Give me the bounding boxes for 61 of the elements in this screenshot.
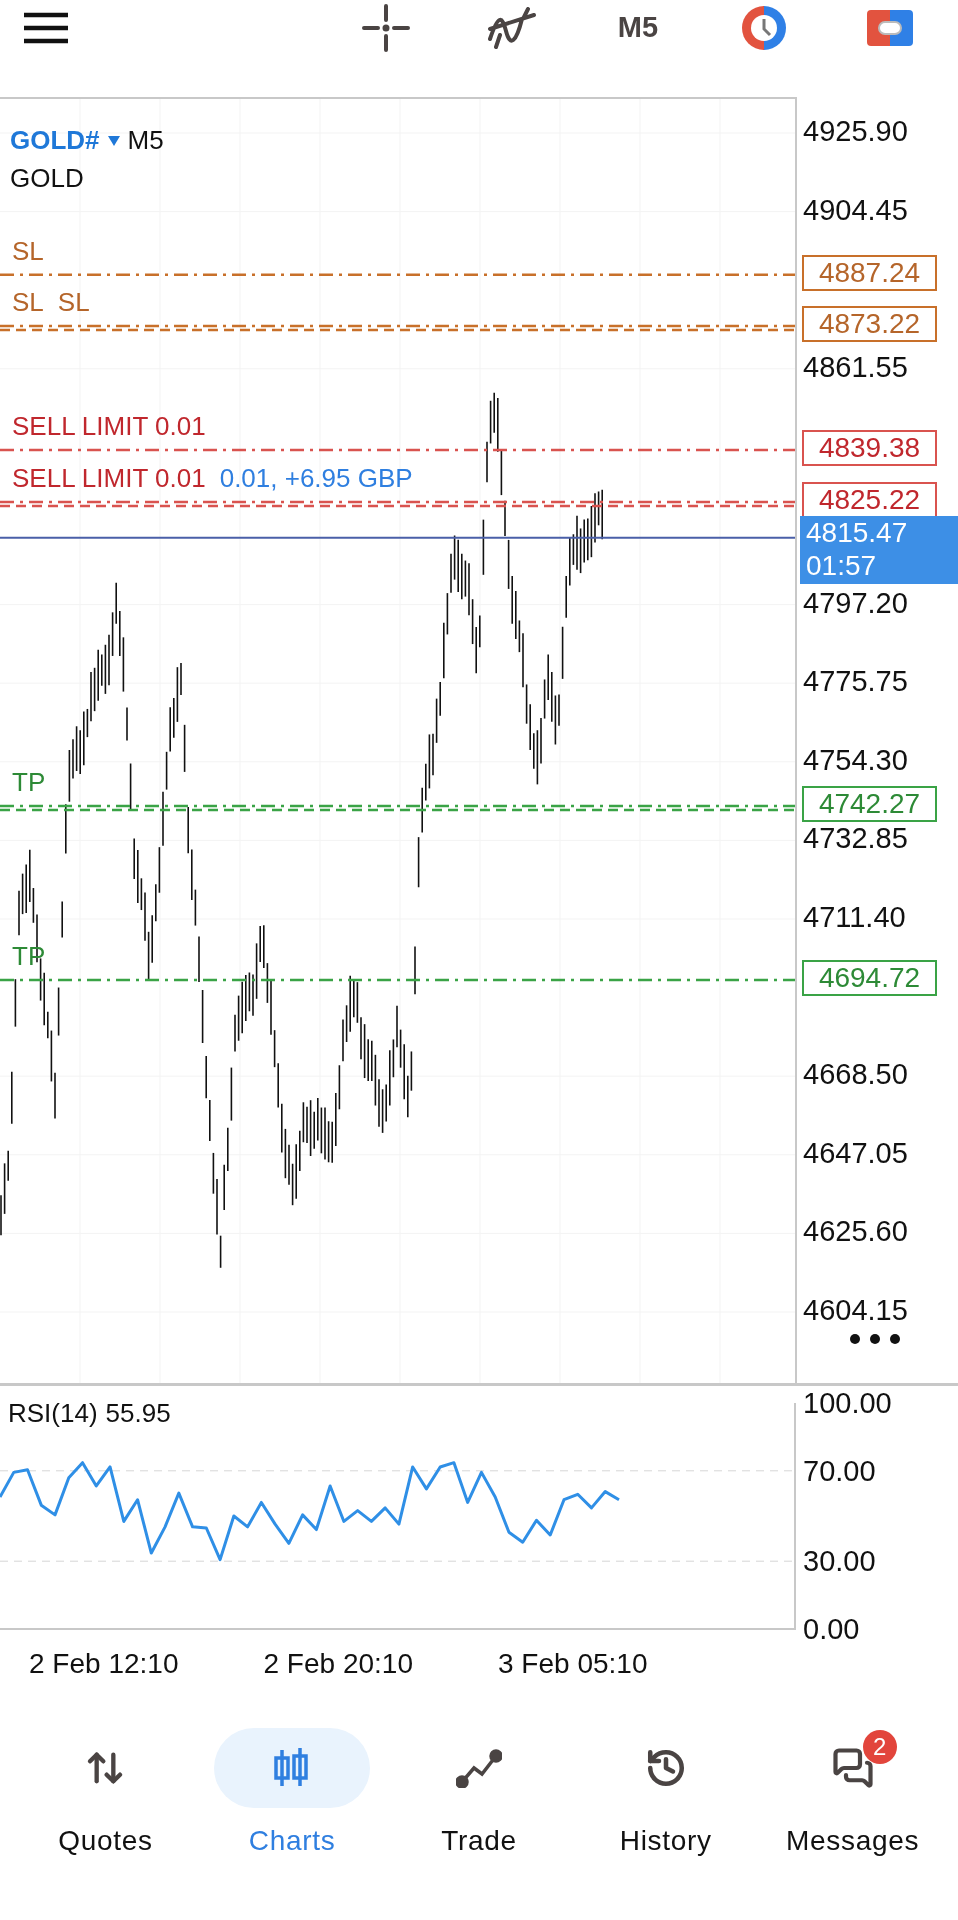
rsi-tick-label: 100.00 — [803, 1386, 892, 1420]
timeframe-button[interactable]: M5 — [608, 6, 668, 50]
rsi-tick-label: 0.00 — [803, 1612, 860, 1646]
price-tick-label: 4925.90 — [803, 114, 908, 148]
nav-tab[interactable]: 2 Messages — [759, 1728, 946, 1862]
order-line[interactable] — [0, 500, 795, 508]
symbol-name[interactable]: GOLD# — [10, 121, 100, 160]
line-chart-icon — [456, 1748, 502, 1788]
order-line-label: SL — [57, 286, 90, 319]
order-line[interactable] — [0, 448, 795, 452]
price-tick-label: 4754.30 — [803, 742, 908, 777]
rsi-reading: 55.95 — [105, 1397, 171, 1430]
more-icon[interactable] — [849, 1333, 901, 1345]
unread-badge: 2 — [862, 1730, 897, 1764]
price-tick-label: 4668.50 — [803, 1057, 908, 1092]
price-tick-label: 4604.15 — [803, 1293, 908, 1327]
nav-tab[interactable]: Trade — [385, 1728, 573, 1862]
indicator-curve-icon[interactable] — [486, 7, 538, 49]
order-line[interactable] — [0, 324, 795, 332]
rsi-tick-label: 30.00 — [803, 1544, 876, 1579]
candle-countdown: 01:57 — [806, 549, 878, 582]
order-price-label: 4825.22 — [802, 481, 937, 518]
order-line-label: TP — [12, 765, 46, 798]
nav-tab[interactable]: Quotes — [12, 1728, 199, 1862]
time-axis-label: 2 Feb 12:10 — [29, 1648, 179, 1680]
messages-icon — [831, 1747, 874, 1789]
order-price-label: 4694.72 — [802, 960, 937, 997]
position-profit-label: 0.01, +6.95 GBP — [219, 461, 413, 494]
price-tick-label: 4904.45 — [803, 192, 908, 227]
price-tick-label: 4711.40 — [803, 900, 906, 934]
order-price-label: 4873.22 — [802, 306, 937, 343]
price-tick-label: 4797.20 — [803, 585, 908, 620]
nav-tab[interactable]: Charts — [198, 1728, 386, 1862]
order-line[interactable] — [0, 804, 795, 812]
order-price-label: 4742.27 — [802, 785, 937, 822]
price-tick-label: 4647.05 — [803, 1135, 908, 1170]
price-tick-label: 4861.55 — [803, 349, 908, 384]
order-line-label: SL — [12, 286, 44, 319]
price-tick-label: 4625.60 — [803, 1214, 908, 1249]
time-axis-label: 3 Feb 05:10 — [498, 1648, 648, 1680]
time-axis-label: 2 Feb 20:10 — [263, 1648, 413, 1680]
nav-tab[interactable]: History — [572, 1728, 760, 1862]
order-line-label: SL — [12, 234, 44, 267]
menu-icon[interactable] — [22, 12, 70, 44]
order-line-label: SELL LIMIT 0.01 — [12, 461, 206, 494]
price-tick-label: 4732.85 — [803, 821, 908, 856]
dropdown-caret-icon[interactable] — [107, 135, 120, 146]
symbol-description: GOLD — [10, 162, 84, 195]
order-line[interactable] — [0, 273, 795, 276]
chart-timeframe: M5 — [127, 124, 164, 157]
rsi-tick-label: 70.00 — [803, 1453, 876, 1488]
color-swatch-icon[interactable] — [865, 8, 915, 48]
order-line-label: SELL LIMIT 0.01 — [12, 410, 206, 443]
current-price: 4815.47 — [806, 515, 909, 550]
price-tick-label: 4775.75 — [803, 664, 908, 699]
order-price-label: 4887.24 — [802, 254, 937, 291]
order-line[interactable] — [0, 978, 795, 982]
order-price-label: 4839.38 — [802, 430, 937, 467]
rsi-series-name: RSI(14) — [8, 1397, 98, 1430]
clock-icon[interactable] — [739, 3, 789, 53]
crosshair-icon[interactable] — [361, 3, 411, 53]
